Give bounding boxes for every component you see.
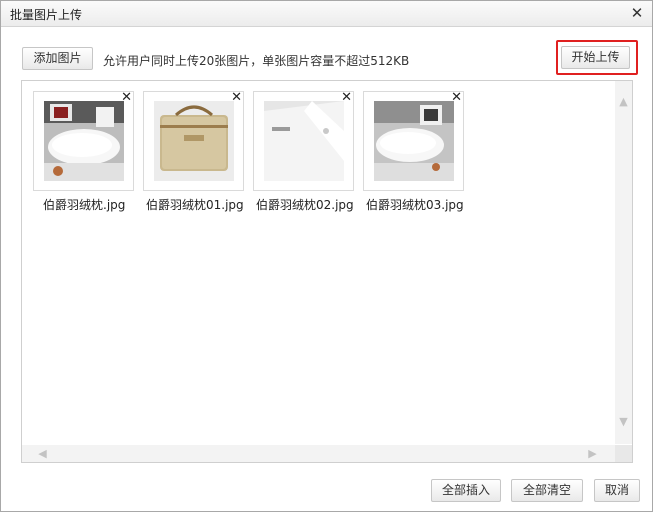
file-name: 伯爵羽绒枕03.jpg <box>366 198 464 212</box>
pillow-image <box>44 101 124 181</box>
remove-icon[interactable]: ✕ <box>451 91 462 104</box>
scroll-left-icon[interactable]: ◀ <box>34 445 51 462</box>
clear-all-button[interactable]: 全部清空 <box>511 479 583 502</box>
pillow-image <box>374 101 454 181</box>
file-name: 伯爵羽绒枕01.jpg <box>146 198 244 212</box>
close-icon[interactable]: ✕ <box>630 5 644 21</box>
scrollbar-corner <box>615 445 632 462</box>
dialog-title: 批量图片上传 <box>10 8 83 22</box>
scroll-right-icon[interactable]: ▶ <box>584 445 601 462</box>
add-image-button[interactable]: 添加图片 <box>22 47 93 70</box>
remove-icon[interactable]: ✕ <box>121 91 132 104</box>
start-upload-button[interactable]: 开始上传 <box>561 46 630 69</box>
vertical-scrollbar[interactable]: ▲ ▼ <box>615 81 632 444</box>
pillow-closeup-image <box>264 101 344 181</box>
dialog-titlebar: 批量图片上传 ✕ <box>1 1 652 27</box>
file-name: 伯爵羽绒枕.jpg <box>43 198 126 212</box>
file-thumbnail[interactable]: ✕ <box>253 91 354 191</box>
scroll-down-icon[interactable]: ▼ <box>615 413 632 430</box>
remove-icon[interactable]: ✕ <box>341 91 352 104</box>
file-name: 伯爵羽绒枕02.jpg <box>256 198 354 212</box>
batch-upload-dialog: 批量图片上传 ✕ 添加图片 允许用户同时上传20张图片，单张图片容量不超过512… <box>0 0 653 512</box>
cancel-button[interactable]: 取消 <box>594 479 640 502</box>
horizontal-scrollbar[interactable]: ◀ ▶ <box>22 445 615 462</box>
remove-icon[interactable]: ✕ <box>231 91 242 104</box>
file-thumbnail[interactable]: ✕ <box>143 91 244 191</box>
pillow-bag-image <box>154 101 234 181</box>
file-thumbnail[interactable]: ✕ <box>363 91 464 191</box>
file-thumbnail[interactable]: ✕ <box>33 91 134 191</box>
scroll-up-icon[interactable]: ▲ <box>615 93 632 110</box>
upload-limit-hint: 允许用户同时上传20张图片，单张图片容量不超过512KB <box>103 54 410 68</box>
file-list-panel: ✕ 伯爵羽绒枕.jpg ✕ 伯爵羽绒枕01.jpg ✕ 伯爵羽绒枕02.jpg … <box>21 80 633 463</box>
insert-all-button[interactable]: 全部插入 <box>431 479 501 502</box>
